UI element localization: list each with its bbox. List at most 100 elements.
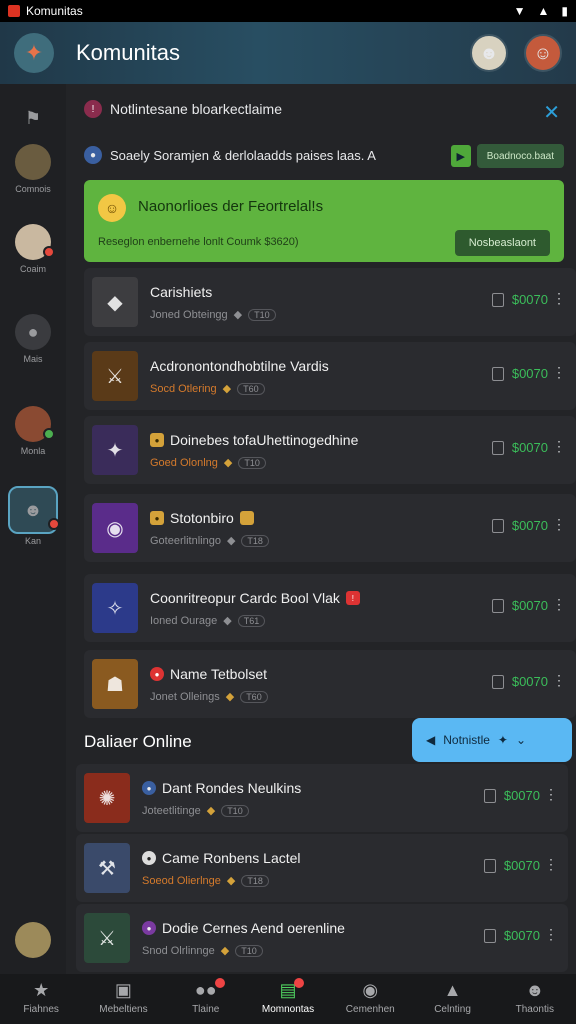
tab-fiahnes[interactable]: ★ Fiahnes — [5, 980, 77, 1015]
bottom-nav: ★ Fiahnes ▣ Mebeltiens ●● Tlaine ▤ Momnontas… — [0, 974, 576, 1024]
sidebar-item-comnois[interactable]: Comnois — [0, 144, 66, 194]
more-icon[interactable]: ⋮ — [544, 926, 558, 943]
sidebar-item-kan[interactable]: ☻ Kan — [0, 486, 66, 546]
tab-momnontas[interactable]: ▤ Momnontas — [252, 978, 324, 1015]
copy-icon — [483, 788, 496, 803]
sidebar-item-monla[interactable]: Monla — [0, 406, 66, 456]
more-icon[interactable]: ⋮ — [552, 364, 566, 381]
smile-icon: ☺ — [98, 194, 126, 222]
promo-title: Naonorlioes der Feortrelal!s — [138, 198, 324, 215]
notification-dot — [294, 978, 305, 988]
tab-mebeltiens[interactable]: ▣ Mebeltiens — [87, 980, 159, 1015]
list-item[interactable]: ✺ ● Dant Rondes Neulkins Joteetlitinge ◆ T1… — [76, 764, 568, 832]
promo-banner: ☺ Naonorlioes der Feortrelal!s Reseglon … — [84, 180, 564, 262]
shield-icon: ◆ — [222, 383, 232, 395]
battery-icon: ▮ — [561, 4, 568, 18]
more-icon[interactable]: ⋮ — [552, 672, 566, 689]
more-icon[interactable]: ⋮ — [544, 786, 558, 803]
shield-icon: ◆ — [233, 309, 243, 321]
more-icon[interactable]: ⋮ — [552, 438, 566, 455]
info-icon: ● — [84, 146, 102, 164]
sidebar-item-add[interactable]: ⚑ — [0, 100, 66, 140]
more-icon[interactable]: ⋮ — [544, 856, 558, 873]
game-thumbnail: ⚒ — [84, 843, 130, 893]
copy-icon — [491, 674, 504, 689]
star-icon: ★ — [33, 980, 50, 1000]
shield-icon: ◆ — [223, 457, 233, 469]
sidebar-item-coaim[interactable]: Coaim — [0, 224, 66, 274]
bell-icon: ▲ — [443, 980, 462, 1000]
notification-action-button[interactable]: Boadnoco.baat — [476, 144, 564, 168]
sidebar: ⚑ Comnois Coaim ● Mais Monla ☻ Kan — [0, 84, 66, 974]
notification-message: ● Soaely Soramjen & derlolaadds paises l… — [84, 146, 376, 164]
shield-icon: ◆ — [206, 805, 216, 817]
tab-tlaine[interactable]: ●● Tlaine — [170, 978, 242, 1015]
chevron-down-icon: ⌄ — [515, 733, 527, 747]
sidebar-item-bottom[interactable] — [0, 922, 66, 962]
notification-action[interactable]: ▶ Boadnoco.baat — [450, 144, 564, 168]
copy-icon — [491, 518, 504, 533]
profile-avatar[interactable]: ☺ — [524, 34, 562, 72]
more-icon[interactable]: ⋮ — [552, 516, 566, 533]
people-icon: ●● — [195, 978, 225, 1004]
promo-button[interactable]: Nosbeaslaont — [454, 230, 550, 256]
coin-icon: ● — [150, 511, 164, 525]
user-icon: ● — [15, 314, 51, 350]
notification-dot — [48, 518, 60, 530]
more-icon[interactable]: ⋮ — [552, 596, 566, 613]
avatar — [15, 144, 51, 180]
notification-dot — [43, 246, 55, 258]
info-icon: ● — [142, 851, 156, 865]
status-title: Komunitas — [26, 4, 83, 18]
send-icon: ◀ — [426, 733, 436, 747]
list-item[interactable]: ⚔ ● Dodie Cernes Aend oerenline Snod Olrl… — [76, 904, 568, 972]
list-item[interactable]: ◉ ● Stotonbiro Goteerlitnlingo ◆ T18 $0070 … — [84, 494, 576, 562]
list-item[interactable]: ⚒ ● Came Ronbens Lactel Soeod Olierlnge ◆ T… — [76, 834, 568, 902]
globe-icon: ● — [142, 781, 156, 795]
notifications-button[interactable]: ◀ Notnistle ✦ ⌄ — [412, 718, 572, 762]
tab-celnting[interactable]: ▲ Celnting — [417, 980, 489, 1015]
avatar — [15, 224, 55, 260]
copy-icon — [483, 928, 496, 943]
list-item[interactable]: ☗ ● Name Tetbolset Jonet Olleings ◆ T60 $00… — [84, 650, 576, 718]
copy-icon — [491, 440, 504, 455]
app-header: ✦ Komunitas ☻ ☺ — [0, 22, 576, 84]
notification-header: ! Notlintesane bloarkectlaime — [84, 100, 282, 118]
avatar — [15, 922, 51, 958]
add-user-icon: ⚑ — [24, 107, 42, 128]
more-icon[interactable]: ⋮ — [552, 290, 566, 307]
avatar — [15, 406, 55, 442]
tab-cemenhen[interactable]: ◉ Cemenhen — [334, 980, 406, 1015]
shield-icon: ◆ — [220, 945, 230, 957]
copy-icon — [491, 292, 504, 307]
sidebar-item-mais[interactable]: ● Mais — [0, 314, 66, 364]
game-thumbnail: ⚔ — [92, 351, 138, 401]
tab-thaontis[interactable]: ☻ Thaontis — [499, 980, 571, 1015]
copy-icon — [483, 858, 496, 873]
list-item[interactable]: ✦ ● Doinebes tofaUhettinogedhine Goed Olo… — [84, 416, 576, 484]
alert-icon: ● — [150, 667, 164, 681]
game-thumbnail: ◉ — [92, 503, 138, 553]
community-icon: ▤ — [279, 978, 305, 1004]
game-thumbnail: ☗ — [92, 659, 138, 709]
chat-icon: ▣ — [114, 980, 132, 1000]
game-thumbnail: ◆ — [92, 277, 138, 327]
section-title: Daliaer Online — [84, 732, 192, 751]
game-thumbnail: ✺ — [84, 773, 130, 823]
copy-icon — [491, 366, 504, 381]
close-icon[interactable]: ✕ — [543, 100, 560, 125]
notification-dot — [214, 978, 225, 988]
shield-icon: ◆ — [223, 615, 232, 627]
play-icon: ▶ — [450, 145, 471, 167]
list-item[interactable]: ⚔ Acdronontondhobtilne Vardis Socd Otler… — [84, 342, 576, 410]
list-item[interactable]: ◆ Carishiets Joned Obteingg ◆ T10 $0070 ⋮ — [84, 268, 576, 336]
list-item[interactable]: ✧ Coonritreopur Cardc Bool Vlak! Ioned O… — [84, 574, 576, 642]
game-thumbnail: ⚔ — [84, 913, 130, 963]
status-bar: Komunitas ▼ ▲ ▮ — [0, 0, 576, 22]
logo-icon[interactable]: ✦ — [14, 33, 54, 73]
avatar[interactable]: ☻ — [470, 34, 508, 72]
app-icon — [8, 5, 20, 17]
compass-icon: ◉ — [362, 980, 379, 1000]
gem-icon: ● — [142, 921, 156, 935]
shield-icon: ◆ — [225, 691, 235, 703]
